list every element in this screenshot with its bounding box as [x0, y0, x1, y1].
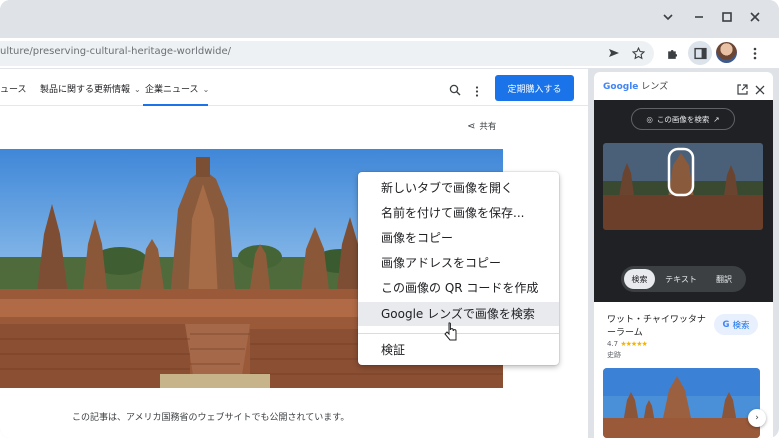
more-vert-icon[interactable] [745, 43, 765, 63]
result-rating: 4.7 ★★★★★ [607, 340, 648, 348]
star-icon[interactable] [628, 43, 648, 63]
result-title[interactable]: ワット・チャイワッタナーラーム [607, 314, 707, 340]
tab-lens-translate[interactable]: 翻訳 [707, 269, 741, 289]
title-bar [0, 0, 779, 38]
send-icon[interactable] [604, 43, 624, 63]
mouse-pointer-icon [444, 322, 458, 346]
result-image[interactable] [603, 368, 760, 438]
nav-item-product-updates[interactable]: 製品に関する更新情報 ⌄ [40, 82, 141, 95]
side-panel-header: Google レンズ [594, 72, 773, 100]
extensions-icon[interactable] [662, 43, 682, 63]
share-button[interactable]: ⋖ 共有 [467, 120, 496, 132]
close-icon[interactable] [745, 9, 765, 29]
nav-active-indicator [143, 104, 208, 106]
tab-lens-text[interactable]: テキスト [659, 269, 703, 289]
nav-item-company-news[interactable]: 企業ニュース ⌄ [145, 82, 209, 95]
google-g-icon: G [722, 319, 730, 330]
google-lens-side-panel: Google レンズ ◎ この画像を検索 ↗ 検索 テキスト 翻訳 ワット・チャ… [594, 72, 773, 438]
menu-item-inspect[interactable]: 検証 [358, 338, 559, 362]
browser-window: ulture/preserving-cultural-heritage-worl… [0, 0, 779, 438]
open-in-new-icon: ↗ [713, 114, 720, 124]
open-in-new-tab-icon[interactable] [737, 80, 748, 99]
lens-image-area: ◎ この画像を検索 ↗ 検索 テキスト 翻訳 [594, 100, 773, 302]
rating-stars: ★★★★★ [620, 340, 647, 348]
result-category: 史跡 [607, 351, 621, 359]
minimize-icon[interactable] [689, 9, 709, 29]
browser-toolbar: ulture/preserving-cultural-heritage-worl… [0, 38, 779, 68]
menu-item-search-with-google-lens[interactable]: Google レンズで画像を検索 [358, 302, 559, 326]
nav-item-news[interactable]: ュース [0, 82, 27, 95]
share-icon: ⋖ [467, 121, 476, 132]
lens-icon: ◎ [646, 114, 653, 124]
chevron-down-icon: ⌄ [202, 85, 210, 94]
chevron-down-icon[interactable] [658, 9, 678, 29]
url-text[interactable]: ulture/preserving-cultural-heritage-worl… [0, 46, 231, 57]
image-context-menu: 新しいタブで画像を開く 名前を付けて画像を保存... 画像をコピー 画像アドレス… [358, 172, 559, 365]
search-this-image-button[interactable]: ◎ この画像を検索 ↗ [631, 108, 735, 130]
menu-item-copy-image-address[interactable]: 画像アドレスをコピー [358, 251, 559, 275]
menu-item-create-qr-code[interactable]: この画像の QR コードを作成 [358, 276, 559, 300]
search-icon[interactable] [449, 81, 461, 100]
subscribe-button[interactable]: 定期購入する [495, 75, 574, 101]
lens-selected-image[interactable] [603, 143, 763, 230]
menu-item-open-image-new-tab[interactable]: 新しいタブで画像を開く [358, 176, 559, 200]
close-panel-icon[interactable] [755, 80, 765, 99]
maximize-icon[interactable] [717, 9, 737, 29]
chevron-down-icon: ⌄ [134, 85, 141, 94]
address-bar[interactable]: ulture/preserving-cultural-heritage-worl… [0, 41, 654, 66]
side-panel-title: Google レンズ [603, 82, 669, 92]
menu-item-copy-image[interactable]: 画像をコピー [358, 226, 559, 250]
side-panel-icon[interactable] [688, 41, 712, 65]
lens-mode-switcher: 検索 テキスト 翻訳 [621, 266, 746, 292]
more-vert-icon[interactable] [475, 82, 479, 101]
result-search-button[interactable]: G 検索 [714, 314, 758, 335]
menu-separator [358, 333, 559, 334]
menu-item-save-image-as[interactable]: 名前を付けて画像を保存... [358, 201, 559, 225]
avatar[interactable] [716, 42, 737, 63]
tab-lens-search[interactable]: 検索 [624, 269, 655, 289]
site-nav: ュース 製品に関する更新情報 ⌄ 企業ニュース ⌄ 定期購入する [0, 69, 588, 106]
chevron-right-icon[interactable]: › [748, 409, 766, 427]
article-caption: この記事は、アメリカ国務省のウェブサイトでも公開されています。 [72, 413, 350, 423]
